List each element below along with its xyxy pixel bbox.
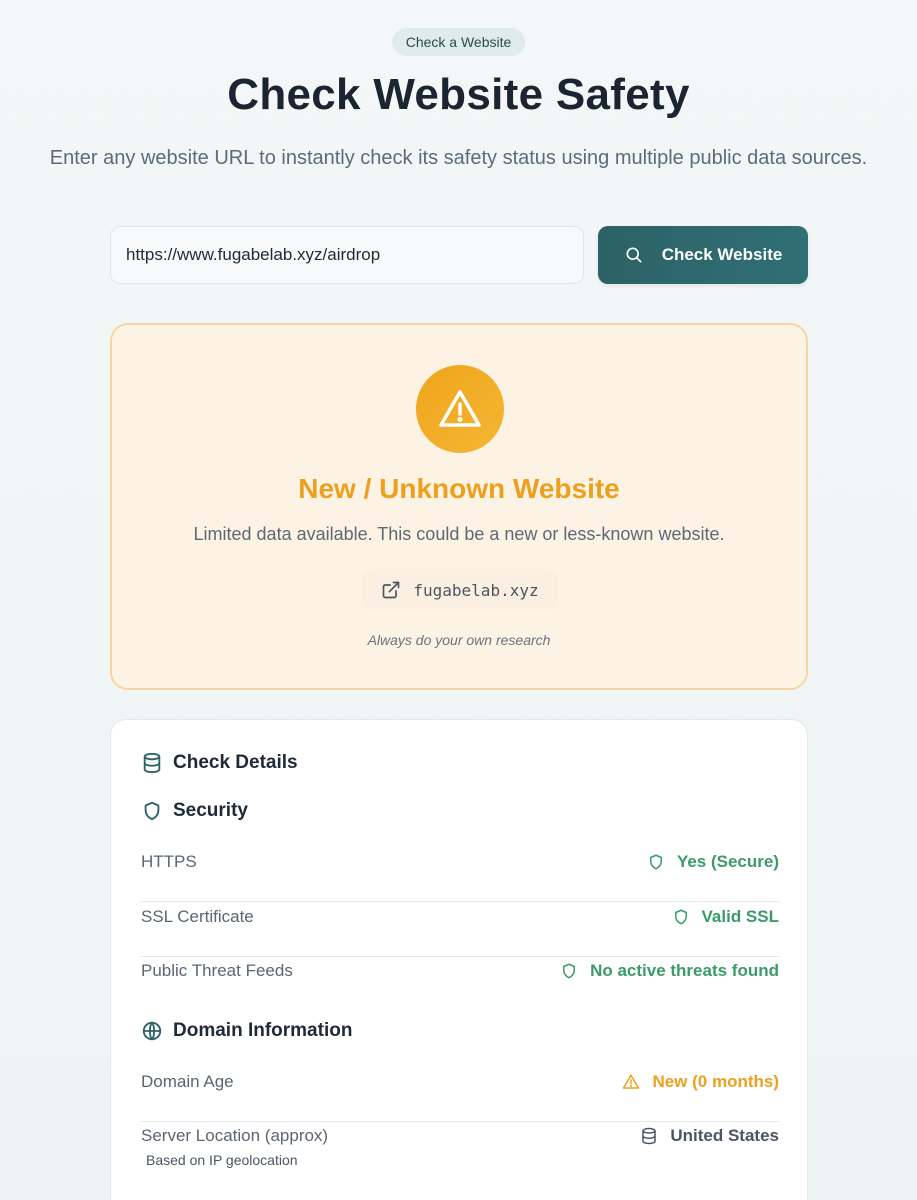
security-header: Security bbox=[141, 800, 248, 822]
security-row-https: HTTPS Yes (Secure) bbox=[141, 848, 779, 902]
shield-icon bbox=[144, 801, 160, 821]
external-link-icon bbox=[383, 581, 400, 599]
row-label: HTTPS bbox=[141, 852, 197, 871]
search-row: Check Website bbox=[110, 226, 808, 284]
row-value-text: Yes (Secure) bbox=[676, 852, 779, 871]
row-label: Public Threat Feeds bbox=[141, 961, 293, 980]
security-row-threat-feeds: Public Threat Feeds No active threats fo… bbox=[141, 957, 779, 1011]
row-value: New (0 months) bbox=[622, 1068, 779, 1096]
domain-row-age: Domain Age New (0 months) bbox=[141, 1068, 779, 1122]
result-title: New / Unknown Website bbox=[298, 473, 620, 504]
row-value: Valid SSL bbox=[672, 903, 779, 931]
database-icon bbox=[143, 752, 161, 774]
row-value-text: Valid SSL bbox=[701, 907, 779, 926]
row-value-text: United States bbox=[670, 1126, 779, 1145]
result-description: Limited data available. This could be a … bbox=[193, 524, 725, 544]
globe-icon bbox=[142, 1021, 162, 1041]
warning-triangle-icon bbox=[439, 390, 481, 427]
row-sublabel: Based on IP geolocation bbox=[146, 1152, 298, 1168]
shield-icon bbox=[563, 963, 576, 979]
search-icon bbox=[626, 247, 642, 263]
warning-badge bbox=[416, 365, 504, 453]
shield-icon bbox=[674, 909, 687, 925]
domain-text: fugabelab.xyz bbox=[413, 580, 539, 600]
check-details-title: Check Details bbox=[173, 752, 298, 773]
row-label: Server Location (approx) bbox=[141, 1126, 329, 1145]
page-title: Check Website Safety bbox=[227, 70, 690, 119]
details-card: Check Details Security HTTPS Yes (Secure… bbox=[110, 719, 808, 1200]
domain-info-header: Domain Information bbox=[141, 1020, 352, 1042]
row-value-text: No active threats found bbox=[590, 961, 779, 980]
page-badge: Check a Website bbox=[391, 28, 526, 56]
domain-link[interactable]: fugabelab.xyz bbox=[362, 569, 558, 611]
warning-triangle-icon bbox=[623, 1074, 640, 1089]
row-label: Domain Age bbox=[141, 1072, 234, 1091]
row-value: United States bbox=[640, 1122, 779, 1150]
security-row-ssl: SSL Certificate Valid SSL bbox=[141, 903, 779, 957]
check-website-button[interactable]: Check Website bbox=[598, 226, 808, 284]
domain-row-server-location: Server Location (approx) Based on IP geo… bbox=[141, 1122, 779, 1176]
row-value: Yes (Secure) bbox=[647, 848, 779, 876]
url-input[interactable] bbox=[110, 226, 584, 284]
row-value: No active threats found bbox=[560, 957, 779, 985]
shield-icon bbox=[649, 854, 662, 870]
check-details-header: Check Details bbox=[141, 752, 298, 774]
check-website-label: Check Website bbox=[661, 245, 783, 264]
domain-info-title: Domain Information bbox=[173, 1020, 353, 1041]
database-icon bbox=[642, 1127, 657, 1145]
row-label: SSL Certificate bbox=[141, 907, 254, 926]
research-note: Always do your own research bbox=[367, 632, 551, 648]
security-title: Security bbox=[173, 800, 248, 821]
result-card: New / Unknown Website Limited data avail… bbox=[110, 323, 808, 690]
row-value-text: New (0 months) bbox=[652, 1072, 779, 1091]
page-subtitle: Enter any website URL to instantly check… bbox=[49, 147, 868, 169]
